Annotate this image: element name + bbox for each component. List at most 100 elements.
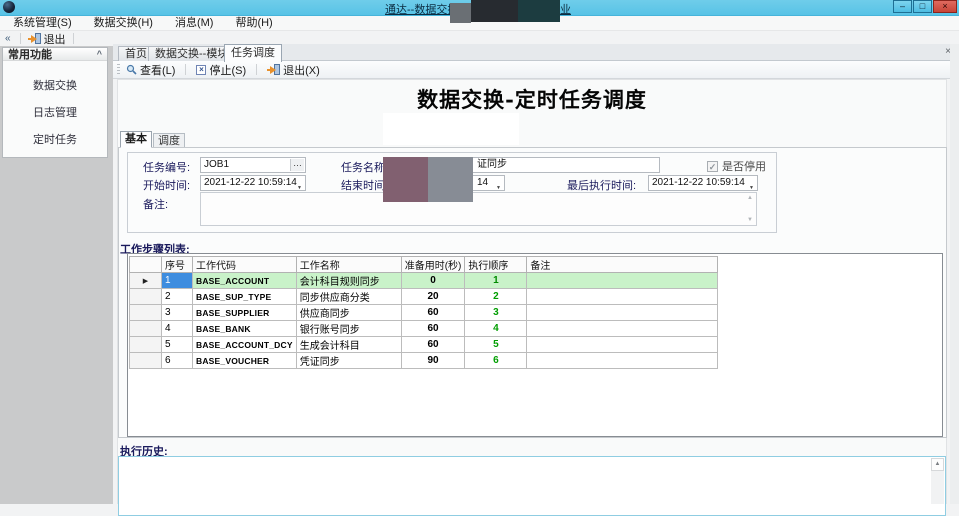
sidebar-item-data-exchange[interactable]: 数据交换	[3, 71, 107, 98]
cell-prep[interactable]: 0	[401, 273, 465, 289]
last-exec-value: 2021-12-22 10:59:14	[652, 177, 745, 188]
chevron-down-icon[interactable]: ▼	[496, 181, 501, 191]
cell-code[interactable]: BASE_ACCOUNT_DCY	[193, 337, 297, 353]
menu-message[interactable]: 消息(M)	[164, 16, 225, 31]
quick-exit-button[interactable]: 退出	[25, 31, 69, 47]
window-title-suffix: 业	[560, 1, 571, 17]
scroll-up-icon[interactable]: ▲	[931, 458, 944, 471]
cell-name[interactable]: 会计科目规则同步	[296, 273, 401, 289]
menu-help[interactable]: 帮助(H)	[224, 16, 283, 31]
col-code[interactable]: 工作代码	[193, 257, 297, 273]
table-row[interactable]: 5 BASE_ACCOUNT_DCY 生成会计科目 60 5	[130, 337, 718, 353]
collapse-sidebar-icon[interactable]: «	[5, 33, 11, 44]
cell-remark[interactable]	[527, 289, 718, 305]
sidebar-panel-header[interactable]: 常用功能 ^	[3, 48, 107, 61]
disabled-checkbox[interactable]: ✓ 是否停用	[707, 158, 766, 174]
cell-name[interactable]: 同步供应商分类	[296, 289, 401, 305]
cell-remark[interactable]	[527, 353, 718, 369]
app-window: { "window": { "title": "通达--数据交换平", "tit…	[0, 0, 959, 504]
quick-exit-label: 退出	[44, 31, 66, 47]
chevron-down-icon[interactable]: ▼	[749, 181, 754, 191]
col-no[interactable]: 序号	[162, 257, 193, 273]
panel-collapse-icon[interactable]: ^	[97, 50, 102, 59]
col-prep[interactable]: 准备用时(秒)	[401, 257, 465, 273]
cell-order[interactable]: 3	[465, 305, 527, 321]
remark-textarea[interactable]: ▲ ▼	[200, 192, 757, 226]
tab-task-schedule[interactable]: 任务调度	[224, 44, 282, 62]
start-time-label: 开始时间:	[143, 177, 190, 193]
cell-order[interactable]: 6	[465, 353, 527, 369]
exit-button[interactable]: 退出(X)	[261, 62, 326, 78]
close-button[interactable]: ×	[933, 0, 957, 13]
page-toolbar: 查看(L) × 停止(S) 退出(X)	[113, 61, 959, 79]
redaction-block	[428, 157, 473, 202]
cell-order[interactable]: 1	[465, 273, 527, 289]
cell-name[interactable]: 生成会计科目	[296, 337, 401, 353]
last-exec-combo[interactable]: 2021-12-22 10:59:14 ▼	[648, 175, 758, 191]
view-button[interactable]: 查看(L)	[120, 62, 181, 78]
form-tab-basic[interactable]: 基本	[120, 131, 152, 148]
redaction-block	[471, 0, 518, 22]
row-selector[interactable]	[130, 321, 162, 337]
scroll-up-icon[interactable]: ▲	[747, 195, 753, 201]
cell-order[interactable]: 2	[465, 289, 527, 305]
cell-no[interactable]: 3	[162, 305, 193, 321]
sidebar-item-scheduled-task[interactable]: 定时任务	[3, 125, 107, 152]
cell-code[interactable]: BASE_BANK	[193, 321, 297, 337]
cell-prep[interactable]: 60	[401, 305, 465, 321]
table-row[interactable]: 4 BASE_BANK 银行账号同步 60 4	[130, 321, 718, 337]
minimize-button[interactable]: –	[893, 0, 912, 13]
cell-name[interactable]: 凭证同步	[296, 353, 401, 369]
maximize-button[interactable]: □	[913, 0, 932, 13]
col-order[interactable]: 执行顺序	[465, 257, 527, 273]
cell-no[interactable]: 2	[162, 289, 193, 305]
cell-no[interactable]: 5	[162, 337, 193, 353]
cell-remark[interactable]	[527, 305, 718, 321]
table-row[interactable]: 2 BASE_SUP_TYPE 同步供应商分类 20 2	[130, 289, 718, 305]
cell-name[interactable]: 供应商同步	[296, 305, 401, 321]
menu-data-exchange[interactable]: 数据交换(H)	[83, 16, 164, 31]
redaction-block	[518, 0, 560, 22]
row-selector[interactable]	[130, 353, 162, 369]
browse-button[interactable]: …	[290, 159, 304, 171]
cell-remark[interactable]	[527, 337, 718, 353]
cell-order[interactable]: 5	[465, 337, 527, 353]
menu-system[interactable]: 系统管理(S)	[2, 16, 83, 31]
cell-code[interactable]: BASE_VOUCHER	[193, 353, 297, 369]
cell-prep[interactable]: 60	[401, 337, 465, 353]
start-time-combo[interactable]: 2021-12-22 10:59:14 ▼	[200, 175, 306, 191]
cell-prep[interactable]: 90	[401, 353, 465, 369]
sidebar-item-log-management[interactable]: 日志管理	[3, 98, 107, 125]
cell-name[interactable]: 银行账号同步	[296, 321, 401, 337]
cell-prep[interactable]: 20	[401, 289, 465, 305]
row-selector[interactable]	[130, 337, 162, 353]
scrollbar[interactable]: ▲	[931, 458, 944, 504]
cell-no[interactable]: 4	[162, 321, 193, 337]
cell-remark[interactable]	[527, 273, 718, 289]
redaction-block	[383, 113, 519, 145]
row-selector[interactable]	[130, 289, 162, 305]
chevron-down-icon[interactable]: ▼	[297, 181, 302, 191]
history-textarea[interactable]: ▲	[118, 456, 946, 516]
cell-prep[interactable]: 60	[401, 321, 465, 337]
cell-remark[interactable]	[527, 321, 718, 337]
table-row[interactable]: ▶ 1 BASE_ACCOUNT 会计科目规则同步 0 1	[130, 273, 718, 289]
cell-code[interactable]: BASE_SUPPLIER	[193, 305, 297, 321]
cell-code[interactable]: BASE_SUP_TYPE	[193, 289, 297, 305]
col-remark[interactable]: 备注	[527, 257, 718, 273]
redaction-block	[383, 157, 428, 202]
form-tab-schedule[interactable]: 调度	[153, 133, 185, 148]
task-no-input[interactable]: JOB1 …	[200, 157, 306, 173]
scroll-down-icon[interactable]: ▼	[747, 217, 753, 223]
sidebar-header-label: 常用功能	[8, 46, 52, 62]
stop-button[interactable]: × 停止(S)	[190, 62, 252, 78]
cell-code[interactable]: BASE_ACCOUNT	[193, 273, 297, 289]
cell-no[interactable]: 6	[162, 353, 193, 369]
cell-no[interactable]: 1	[162, 273, 193, 289]
stop-icon: ×	[196, 65, 206, 75]
table-row[interactable]: 3 BASE_SUPPLIER 供应商同步 60 3	[130, 305, 718, 321]
col-name[interactable]: 工作名称	[296, 257, 401, 273]
row-selector[interactable]	[130, 305, 162, 321]
table-row[interactable]: 6 BASE_VOUCHER 凭证同步 90 6	[130, 353, 718, 369]
cell-order[interactable]: 4	[465, 321, 527, 337]
